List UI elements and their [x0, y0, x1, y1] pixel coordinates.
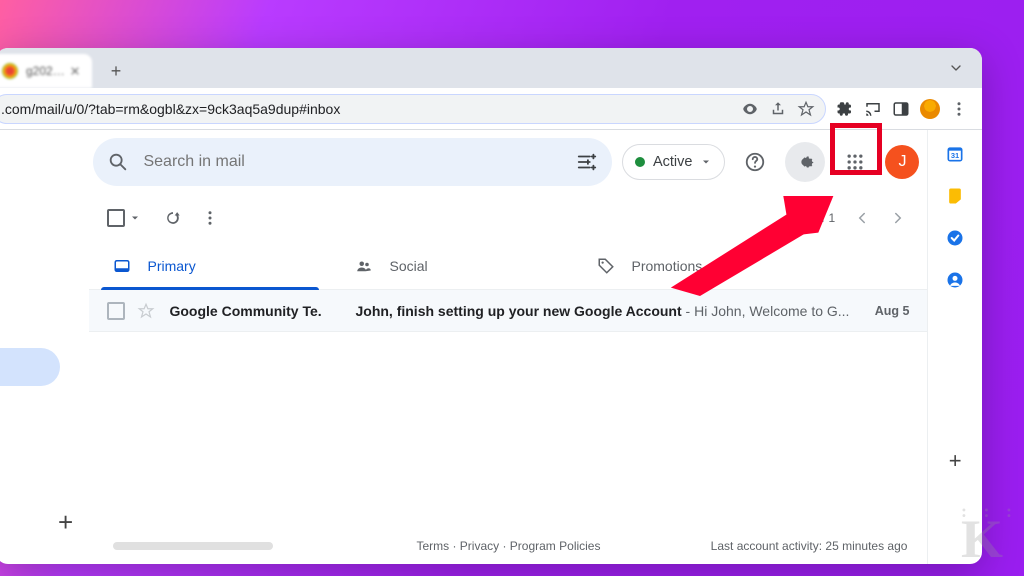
pagination: 1 of 1: [804, 209, 908, 227]
omnibox-icons: [741, 100, 815, 118]
tab-strip: g2023@gm... +: [0, 48, 982, 88]
tab-promotions[interactable]: Promotions: [585, 242, 827, 289]
main-panel: Active J: [89, 130, 927, 564]
tab-primary[interactable]: Primary: [101, 242, 343, 289]
tag-icon: [597, 257, 615, 275]
mail-subject: John, finish setting up your new Google …: [355, 303, 849, 319]
settings-button[interactable]: [785, 142, 825, 182]
close-tab-icon[interactable]: [68, 64, 82, 78]
chevron-left-icon: [853, 209, 871, 227]
tab-primary-label: Primary: [147, 258, 195, 274]
share-icon[interactable]: [769, 100, 787, 118]
add-on-button[interactable]: +: [949, 448, 962, 474]
scrollbar-track[interactable]: [113, 542, 273, 550]
side-panel: 31 +: [927, 130, 982, 564]
svg-text:31: 31: [951, 151, 959, 160]
mail-sender: Google Community Te.: [169, 303, 355, 319]
select-all-checkbox[interactable]: [107, 209, 125, 227]
selected-nav-pill[interactable]: [0, 348, 60, 386]
url-text: .com/mail/u/0/?tab=rm&ogbl&zx=9ck3aq5a9d…: [1, 101, 340, 117]
category-tabs: Primary Social Promotions: [89, 242, 927, 290]
gear-icon: [794, 151, 816, 173]
help-button[interactable]: [735, 142, 775, 182]
cast-icon[interactable]: [864, 100, 882, 118]
page-count: 1 of 1: [804, 211, 836, 225]
star-outline-icon: [137, 302, 155, 320]
footer-bar: Terms · Privacy · Program Policies Last …: [89, 528, 927, 564]
search-icon: [107, 151, 129, 173]
calendar-app-icon[interactable]: 31: [945, 144, 965, 164]
account-avatar[interactable]: J: [885, 145, 919, 179]
footer-activity: Last account activity: 25 minutes ago: [711, 539, 908, 553]
chevron-right-icon: [889, 209, 907, 227]
profile-avatar-icon[interactable]: [920, 99, 940, 119]
search-box[interactable]: [93, 138, 611, 186]
compose-plus-icon[interactable]: +: [58, 507, 73, 538]
next-page-button[interactable]: [889, 209, 907, 227]
star-icon[interactable]: [797, 100, 815, 118]
star-button[interactable]: [137, 302, 155, 320]
annotation-highlight-box: [830, 123, 882, 175]
kebab-menu-icon[interactable]: [950, 100, 968, 118]
chevron-down-icon: [700, 156, 712, 168]
browser-tab[interactable]: g2023@gm...: [0, 54, 92, 88]
refresh-button[interactable]: [163, 208, 183, 228]
inbox-icon: [113, 257, 131, 275]
keep-app-icon[interactable]: [945, 186, 965, 206]
prev-page-button[interactable]: [853, 209, 871, 227]
refresh-icon: [163, 208, 183, 228]
help-icon: [744, 151, 766, 173]
header-bar: Active J: [89, 130, 927, 194]
gmail-favicon: [2, 63, 18, 79]
tab-title: g2023@gm...: [26, 64, 68, 78]
extensions-icon[interactable]: [836, 100, 854, 118]
mail-actions-bar: 1 of 1: [89, 194, 927, 242]
mail-date: Aug 5: [849, 304, 909, 318]
gmail-app: + Active: [0, 130, 982, 564]
new-tab-button[interactable]: +: [102, 57, 130, 85]
sidepanel-icon[interactable]: [892, 100, 910, 118]
more-actions-button[interactable]: [201, 209, 219, 227]
browser-toolbar-icons: [828, 99, 976, 119]
kebab-icon: [201, 209, 219, 227]
status-label: Active: [653, 154, 693, 170]
footer-links[interactable]: Terms · Privacy · Program Policies: [416, 539, 600, 553]
eye-icon[interactable]: [741, 100, 759, 118]
watermark: : : :K: [961, 501, 1018, 570]
people-icon: [355, 257, 373, 275]
mail-checkbox[interactable]: [107, 302, 125, 320]
left-nav: +: [0, 130, 89, 564]
tab-social[interactable]: Social: [343, 242, 585, 289]
tab-promotions-label: Promotions: [631, 258, 702, 274]
search-options-icon[interactable]: [576, 151, 598, 173]
browser-window: g2023@gm... + .com/mail/u/0/?tab=rm&ogbl…: [0, 48, 982, 564]
search-input[interactable]: [143, 153, 575, 171]
url-field[interactable]: .com/mail/u/0/?tab=rm&ogbl&zx=9ck3aq5a9d…: [0, 94, 826, 124]
avatar-initial: J: [898, 153, 906, 171]
mail-row[interactable]: Google Community Te. John, finish settin…: [89, 290, 927, 332]
tab-social-label: Social: [389, 258, 427, 274]
tabs-dropdown-icon[interactable]: [942, 54, 970, 82]
contacts-app-icon[interactable]: [945, 270, 965, 290]
select-dropdown-icon[interactable]: [129, 212, 141, 224]
status-chip[interactable]: Active: [622, 144, 726, 180]
tasks-app-icon[interactable]: [945, 228, 965, 248]
status-dot-icon: [635, 157, 645, 167]
